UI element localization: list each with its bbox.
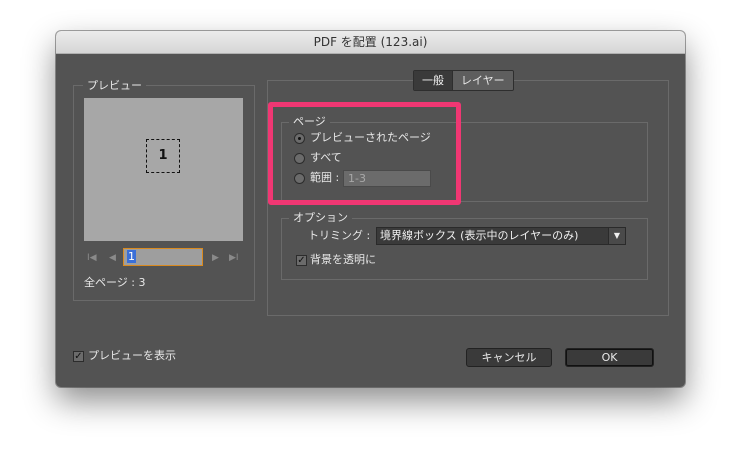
show-preview-label: プレビューを表示 xyxy=(88,349,176,362)
prev-page-icon[interactable]: ◀ xyxy=(109,252,116,264)
ok-button[interactable]: OK xyxy=(565,348,654,367)
tab-general[interactable]: 一般 xyxy=(414,71,452,90)
tab-bar: 一般 レイヤー xyxy=(413,70,514,91)
preview-legend: プレビュー xyxy=(83,79,146,92)
page-number-input[interactable]: 1 xyxy=(123,248,203,266)
transparent-background-checkbox[interactable]: ✓ xyxy=(296,255,307,266)
cancel-button[interactable]: キャンセル xyxy=(466,348,552,367)
crop-label: トリミング : xyxy=(308,229,371,242)
dialog-title: PDF を配置 (123.ai) xyxy=(56,31,685,54)
total-pages-label: 全ページ : 3 xyxy=(84,276,146,289)
first-page-icon[interactable]: I◀ xyxy=(87,252,97,264)
last-page-icon[interactable]: ▶I xyxy=(229,252,239,264)
chevron-down-icon: ▼ xyxy=(608,228,625,244)
crop-to-select[interactable]: 境界線ボックス (表示中のレイヤーのみ) ▼ xyxy=(376,227,626,245)
transparent-background-label: 背景を透明に xyxy=(310,253,376,266)
next-page-icon[interactable]: ▶ xyxy=(212,252,219,264)
place-pdf-dialog: PDF を配置 (123.ai) プレビュー 1 I◀ ◀ 1 ▶ ▶I 全ペー… xyxy=(56,31,685,387)
show-preview-checkbox[interactable]: ✓ xyxy=(73,351,84,362)
options-legend: オプション xyxy=(289,211,352,224)
page-thumbnail: 1 xyxy=(146,139,180,173)
crop-to-value: 境界線ボックス (表示中のレイヤーのみ) xyxy=(380,229,579,242)
annotation-highlight-box xyxy=(268,102,461,205)
page-number-value: 1 xyxy=(127,250,136,263)
tab-layers[interactable]: レイヤー xyxy=(452,71,513,90)
preview-thumbnail: 1 xyxy=(84,98,243,241)
